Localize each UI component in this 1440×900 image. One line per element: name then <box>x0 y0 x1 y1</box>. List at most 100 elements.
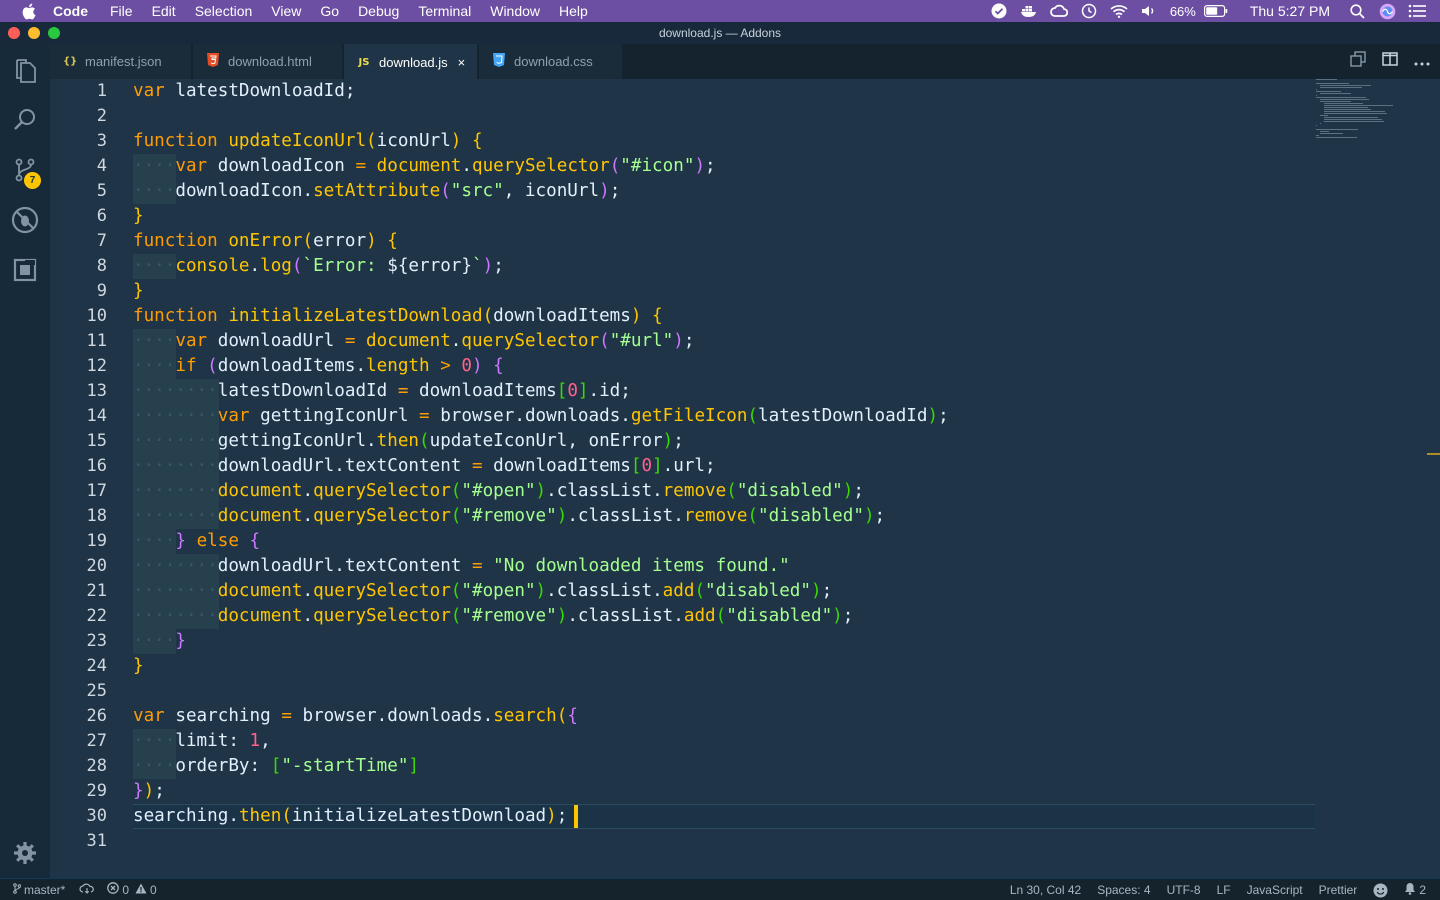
error-count: 0 <box>122 882 130 897</box>
tab-download-html[interactable]: 5 download.html <box>193 44 343 79</box>
code-editor[interactable]: 1 2 3 4 5 6 7 8 9 10 11 12 13 14 15 16 1… <box>50 79 1440 878</box>
wifi-icon[interactable] <box>1110 3 1128 19</box>
line-number: 8 <box>96 256 107 276</box>
feedback-smiley-icon[interactable] <box>1373 883 1388 898</box>
cursor-position[interactable]: Ln 30, Col 42 <box>1010 883 1081 897</box>
minimap-line <box>1320 133 1343 134</box>
tab-manifest-json[interactable]: {} manifest.json <box>50 44 192 79</box>
code-line: ····var downloadUrl = document.querySele… <box>133 331 695 351</box>
battery-icon[interactable] <box>1203 3 1228 19</box>
close-window-button[interactable] <box>8 27 20 39</box>
tab-download-js[interactable]: JS download.js × <box>344 44 478 79</box>
volume-icon[interactable] <box>1140 3 1158 19</box>
menu-debug[interactable]: Debug <box>358 3 399 19</box>
line-number: 23 <box>86 631 107 651</box>
zoom-window-button[interactable] <box>48 27 60 39</box>
code-line: ········document.querySelector("#remove"… <box>133 606 854 626</box>
explorer-button[interactable] <box>0 46 50 96</box>
docker-icon[interactable] <box>1020 3 1038 19</box>
notification-center-icon[interactable] <box>1408 3 1426 19</box>
menu-clock[interactable]: Thu 5:27 PM <box>1250 3 1330 19</box>
line-number: 3 <box>96 131 107 151</box>
split-editor-button[interactable] <box>1374 44 1406 79</box>
indentation-status[interactable]: Spaces: 4 <box>1097 883 1150 897</box>
window-title-bar: download.js — Addons <box>0 22 1440 44</box>
extensions-button[interactable] <box>0 245 50 295</box>
tab-download-css[interactable]: 3 download.css <box>479 44 623 79</box>
menu-file[interactable]: File <box>110 3 133 19</box>
encoding-status[interactable]: UTF-8 <box>1167 883 1201 897</box>
minimap-line <box>1316 91 1341 92</box>
branch-name: master* <box>24 882 66 897</box>
bell-icon <box>1404 882 1416 898</box>
minimap-line <box>1316 95 1317 96</box>
menu-edit[interactable]: Edit <box>152 3 176 19</box>
line-number: 2 <box>96 106 107 126</box>
siri-icon[interactable] <box>1378 3 1396 19</box>
tab-label: download.js <box>379 55 448 70</box>
minimap-line <box>1316 83 1349 84</box>
search-view-button[interactable] <box>0 95 50 145</box>
minimap[interactable] <box>1316 79 1436 149</box>
line-number: 12 <box>86 356 107 376</box>
line-number: 24 <box>86 656 107 676</box>
line-number: 19 <box>86 531 107 551</box>
minimap-line <box>1324 111 1385 112</box>
debug-view-button[interactable] <box>0 195 50 245</box>
cloud-sync-icon <box>79 882 95 897</box>
minimap-line <box>1316 97 1366 98</box>
line-number: 7 <box>96 231 107 251</box>
minimap-line <box>1324 109 1371 110</box>
minimap-line <box>1320 115 1328 116</box>
code-line: function initializeLatestDownload(downlo… <box>133 306 663 326</box>
menu-window[interactable]: Window <box>490 3 540 19</box>
time-machine-icon[interactable] <box>1080 3 1098 19</box>
code-line: var latestDownloadId; <box>133 81 356 101</box>
no-bug-icon <box>11 206 39 234</box>
minimap-line <box>1324 105 1393 106</box>
check-circle-icon[interactable] <box>990 3 1008 19</box>
close-tab-icon[interactable]: × <box>458 55 466 70</box>
menu-app-code[interactable]: Code <box>53 3 88 19</box>
minimize-window-button[interactable] <box>28 27 40 39</box>
creative-cloud-icon[interactable] <box>1049 3 1068 19</box>
menu-help[interactable]: Help <box>559 3 588 19</box>
branch-status[interactable]: master* <box>13 883 65 897</box>
minimap-line <box>1320 123 1321 124</box>
source-control-button[interactable]: 7 <box>0 145 50 195</box>
minimap-line <box>1324 107 1368 108</box>
open-changes-button[interactable] <box>1342 44 1374 79</box>
code-line: }); <box>133 781 165 801</box>
minimap-line <box>1324 121 1384 122</box>
code-line: ····limit: 1, <box>133 731 271 751</box>
menu-selection[interactable]: Selection <box>195 3 253 19</box>
notifications-button[interactable]: 2 <box>1404 882 1426 898</box>
line-number: 10 <box>86 306 107 326</box>
line-number: 15 <box>86 431 107 451</box>
more-actions-button[interactable] <box>1406 44 1438 79</box>
apple-icon[interactable] <box>19 2 37 20</box>
minimap-line <box>1324 119 1382 120</box>
manage-settings-button[interactable] <box>0 828 50 878</box>
eol-status[interactable]: LF <box>1217 883 1231 897</box>
prettier-status[interactable]: Prettier <box>1319 883 1358 897</box>
menu-terminal[interactable]: Terminal <box>418 3 471 19</box>
search-icon <box>12 107 38 133</box>
code-line: ········document.querySelector("#remove"… <box>133 506 886 526</box>
minimap-line <box>1320 87 1362 88</box>
line-number: 31 <box>86 831 107 851</box>
line-number: 20 <box>86 556 107 576</box>
menu-view[interactable]: View <box>271 3 301 19</box>
minimap-line <box>1320 85 1371 86</box>
spotlight-search-icon[interactable] <box>1348 3 1366 19</box>
code-line: ········latestDownloadId = downloadItems… <box>133 381 631 401</box>
code-line: ········var gettingIconUrl = browser.dow… <box>133 406 949 426</box>
language-mode[interactable]: JavaScript <box>1247 883 1303 897</box>
sync-button[interactable] <box>79 882 95 897</box>
tab-label: download.html <box>228 54 312 69</box>
code-line: ········downloadUrl.textContent = "No do… <box>133 556 790 576</box>
problems-status[interactable]: 0 0 <box>107 882 157 897</box>
menu-go[interactable]: Go <box>320 3 339 19</box>
code-line: } <box>133 281 144 301</box>
line-number: 29 <box>86 781 107 801</box>
